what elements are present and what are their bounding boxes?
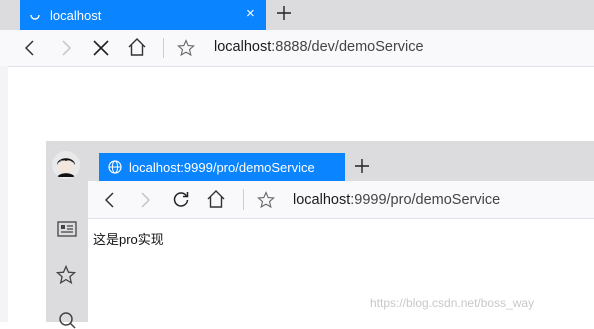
forward-icon[interactable]: [138, 191, 152, 209]
inner-browser-window: localhost:9999/pro/demoService localhost…: [46, 141, 594, 329]
inner-tab-demoService[interactable]: localhost:9999/pro/demoService: [99, 153, 345, 182]
inner-toolbar: localhost:9999/pro/demoService: [88, 181, 594, 219]
url-path: :9999/pro/demoService: [350, 192, 501, 208]
outer-new-tab-icon[interactable]: [275, 4, 293, 22]
outer-tab-localhost[interactable]: localhost ×: [20, 0, 266, 30]
star-icon[interactable]: [257, 191, 275, 209]
inner-address-bar[interactable]: localhost:9999/pro/demoService: [293, 192, 500, 208]
inner-tab-title: localhost:9999/pro/demoService: [129, 160, 315, 175]
favorites-icon[interactable]: [56, 265, 76, 285]
loading-spinner-icon: [30, 14, 40, 20]
url-host: localhost: [214, 39, 272, 55]
inner-tab-bar: localhost:9999/pro/demoService: [88, 141, 594, 182]
outer-left-strip: [0, 66, 8, 322]
search-icon[interactable]: [58, 311, 76, 329]
forward-icon[interactable]: [58, 39, 74, 57]
back-icon[interactable]: [103, 191, 117, 209]
inner-sidebar: [46, 141, 88, 329]
outer-address-bar[interactable]: localhost:8888/dev/demoService: [214, 39, 424, 55]
back-icon[interactable]: [22, 39, 38, 57]
outer-tab-title: localhost: [50, 8, 102, 23]
home-icon[interactable]: [127, 37, 147, 57]
url-path: :8888/dev/demoService: [271, 39, 424, 55]
outer-tab-close-icon[interactable]: ×: [246, 6, 255, 21]
avatar-image: [52, 151, 80, 179]
stop-icon[interactable]: [92, 39, 110, 57]
url-host: localhost: [293, 192, 351, 208]
star-icon[interactable]: [177, 39, 195, 57]
globe-icon: [108, 160, 122, 174]
avatar[interactable]: [52, 151, 80, 179]
toolbar-separator: [163, 38, 164, 58]
page-body-text: 这是pro实现: [93, 232, 164, 247]
watermark: https://blog.csdn.net/boss_way: [370, 296, 535, 310]
reload-icon[interactable]: [172, 190, 190, 208]
reader-icon[interactable]: [57, 221, 77, 237]
toolbar-separator: [243, 189, 244, 210]
home-icon[interactable]: [206, 189, 226, 209]
outer-tab-bar: localhost ×: [0, 0, 594, 30]
inner-new-tab-icon[interactable]: [354, 158, 370, 174]
